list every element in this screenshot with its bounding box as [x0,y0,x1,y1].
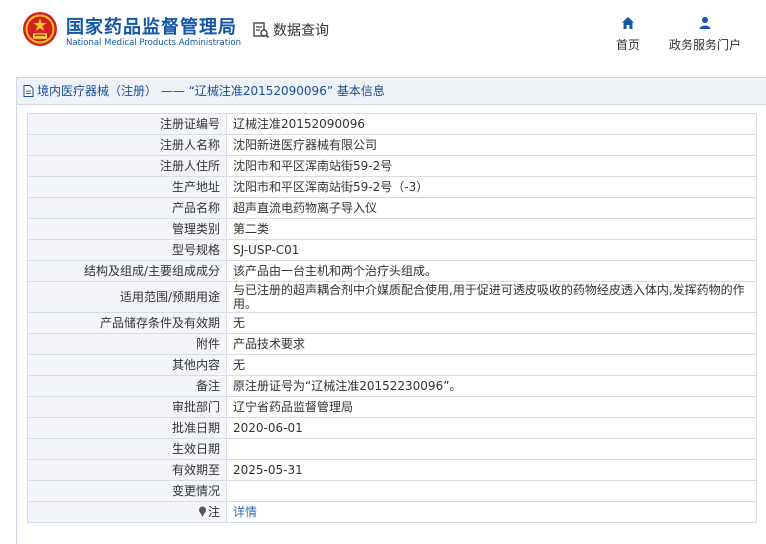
table-row: 注册人名称 沈阳新进医疗器械有限公司 [27,134,757,156]
note-label-cell: 注 [27,501,227,523]
table-row: 管理类别 第二类 [27,218,757,240]
detail-panel: 境内医疗器械（注册） —— “辽械注准20152090096” 基本信息 注册证… [16,77,766,544]
table-row: 变更情况 [27,480,757,502]
table-row: 有效期至 2025-05-31 [27,459,757,481]
field-value [226,438,757,460]
detail-table: 注册证编号 辽械注准20152090096 注册人名称 沈阳新进医疗器械有限公司 注册人… [27,113,757,523]
nav-home-label: 首页 [615,38,640,52]
field-label: 批准日期 [27,417,227,439]
field-label: 注册人住所 [27,155,227,177]
table-row: 生产地址 沈阳市和平区浑南站街59-2号（-3） [27,176,757,198]
brand-subtitle: National Medical Products Administration [66,38,241,48]
field-value: 产品技术要求 [226,333,757,355]
data-query-label: 数据查询 [273,23,329,39]
field-value: 第二类 [226,218,757,240]
panel-title: 境内医疗器械（注册） —— “辽械注准20152090096” 基本信息 [17,78,766,105]
field-label: 注册证编号 [27,113,227,135]
table-row: 注册证编号 辽械注准20152090096 [27,113,757,135]
field-value: SJ-USP-C01 [226,239,757,261]
document-icon [23,85,34,97]
field-value: 无 [226,312,757,334]
field-label: 备注 [27,375,227,397]
field-value: 原注册证号为“辽械注准20152230096”。 [226,375,757,397]
field-label: 审批部门 [27,396,227,418]
field-value: 该产品由一台主机和两个治疗头组成。 [226,260,757,282]
user-icon [699,17,711,29]
data-query-link[interactable]: 数据查询 [252,20,329,40]
field-label: 产品储存条件及有效期 [27,312,227,334]
table-row: 注册人住所 沈阳市和平区浑南站街59-2号 [27,155,757,177]
table-row: 其他内容无 [27,354,757,376]
note-value-cell: 详情 [226,501,757,523]
field-label: 有效期至 [27,459,227,481]
field-label: 产品名称 [27,197,227,219]
field-label: 结构及组成/主要组成成分 [27,260,227,282]
pin-icon [198,506,206,517]
table-row: 附件 产品技术要求 [27,333,757,355]
table-row: 结构及组成/主要组成成分 该产品由一台主机和两个治疗头组成。 [27,260,757,282]
field-label: 生产地址 [27,176,227,198]
national-emblem-logo[interactable] [22,11,58,47]
field-value: 2020-06-01 [226,417,757,439]
field-label: 适用范围/预期用途 [27,281,227,313]
nav-gov-service[interactable]: 政务服务门户 [664,16,746,53]
brand-title[interactable]: 国家药品监督管理局 [66,13,237,39]
table-row: 型号规格 SJ-USP-C01 [27,239,757,261]
field-value: 超声直流电药物离子导入仪 [226,197,757,219]
table-row: 备注 原注册证号为“辽械注准20152230096”。 [27,375,757,397]
table-row: 产品储存条件及有效期无 [27,312,757,334]
field-label: 变更情况 [27,480,227,502]
table-row: 生效日期 [27,438,757,460]
field-label: 管理类别 [27,218,227,240]
panel-title-text: 境内医疗器械（注册） —— “辽械注准20152090096” 基本信息 [37,84,385,98]
field-value: 辽械注准20152090096 [226,113,757,135]
field-label: 型号规格 [27,239,227,261]
site-header: 国家药品监督管理局 National Medical Products Admi… [0,0,766,70]
table-row: 批准日期 2020-06-01 [27,417,757,439]
nav-home[interactable]: 首页 [614,16,642,53]
field-value [226,480,757,502]
home-icon [622,17,634,29]
field-label: 注册人名称 [27,134,227,156]
table-row: 审批部门 辽宁省药品监督管理局 [27,396,757,418]
field-value: 沈阳市和平区浑南站街59-2号 [226,155,757,177]
field-value: 与已注册的超声耦合剂中介媒质配合使用,用于促进可透皮吸收的药物经皮透入体内,发挥… [226,281,757,313]
field-value: 辽宁省药品监督管理局 [226,396,757,418]
field-label: 其他内容 [27,354,227,376]
table-row-note: 注详情 [27,501,757,523]
field-value: 沈阳市和平区浑南站街59-2号（-3） [226,176,757,198]
table-row: 产品名称 超声直流电药物离子导入仪 [27,197,757,219]
document-search-icon [253,22,270,39]
table-row: 适用范围/预期用途 与已注册的超声耦合剂中介媒质配合使用,用于促进可透皮吸收的药物… [27,281,757,313]
note-label: 注 [207,505,220,519]
field-value: 沈阳新进医疗器械有限公司 [226,134,757,156]
field-value: 无 [226,354,757,376]
field-label: 附件 [27,333,227,355]
field-value: 2025-05-31 [226,459,757,481]
detail-link[interactable]: 详情 [233,505,257,519]
nav-gov-label: 政务服务门户 [668,38,741,52]
field-label: 生效日期 [27,438,227,460]
